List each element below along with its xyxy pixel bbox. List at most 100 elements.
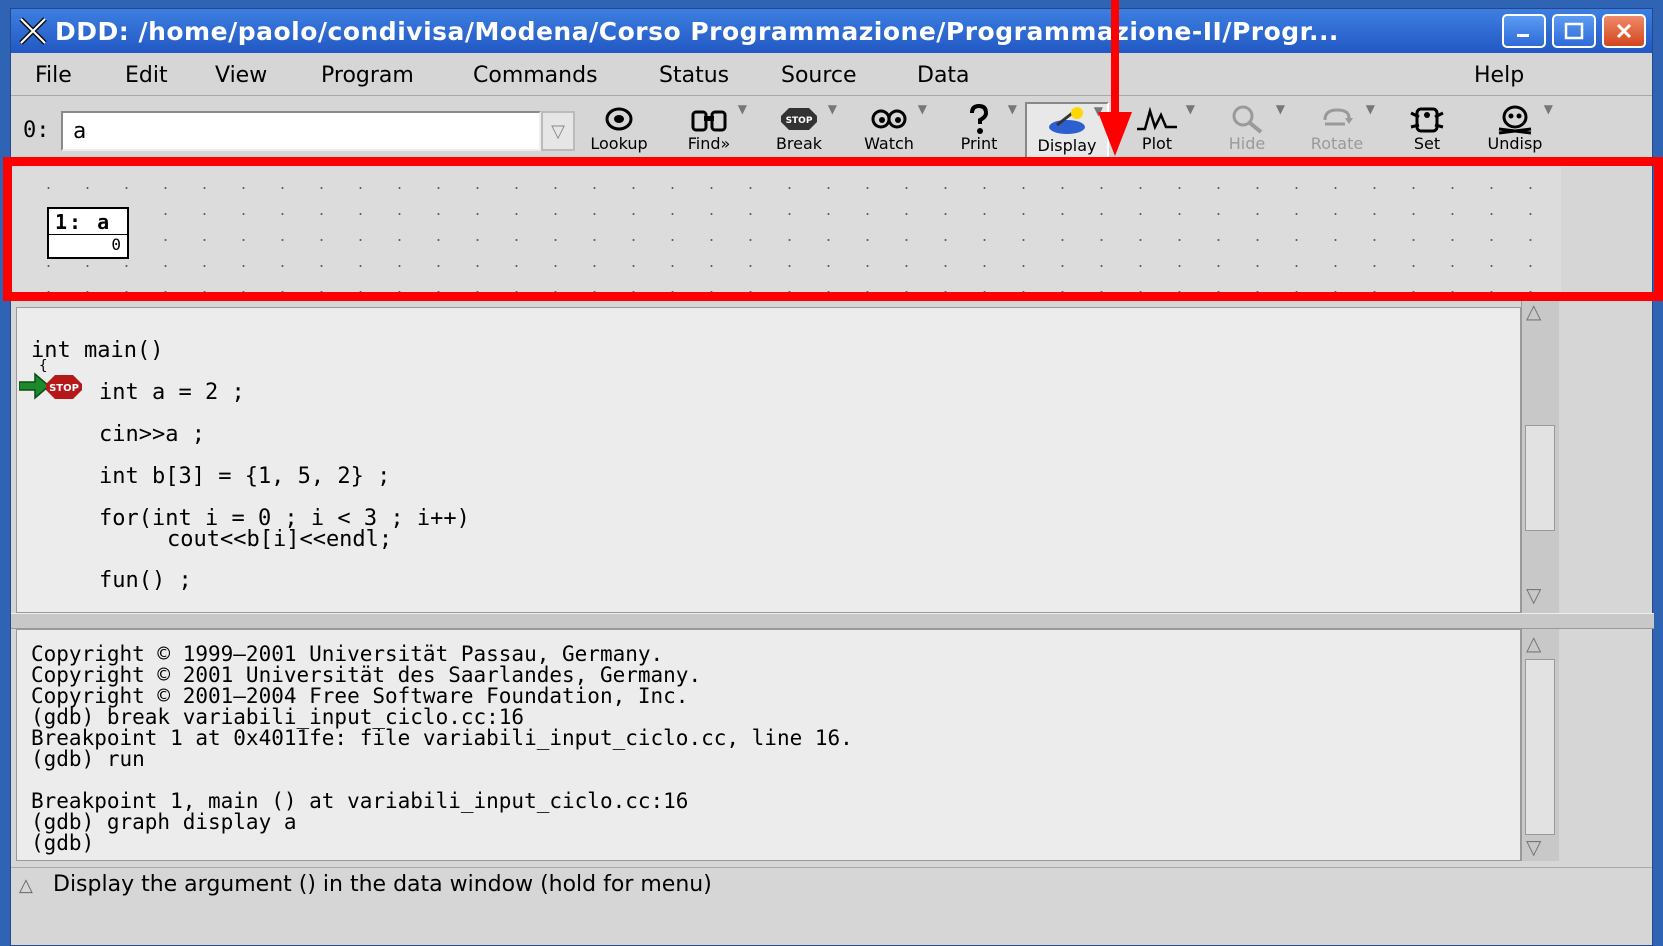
menu-caret-icon: ▼ [1365, 102, 1375, 116]
menu-program[interactable]: Program [321, 63, 414, 88]
console-line: (gdb) run [31, 747, 145, 771]
annotation-arrow-line [1111, 0, 1119, 128]
display-button[interactable]: ▼ Display [1025, 102, 1109, 160]
plot-icon [1137, 106, 1177, 131]
menu-caret-icon: ▼ [917, 102, 927, 116]
rotate-button[interactable]: ▼ Rotate [1295, 102, 1379, 160]
argument-history-button[interactable]: ▽ [541, 111, 575, 151]
source-line: cout<<b[i]<<endl; [167, 527, 393, 552]
display-node-title: 1: a [49, 209, 127, 235]
source-line: cin>>a ; [99, 422, 205, 447]
watch-label: Watch [864, 134, 914, 153]
find-button[interactable]: ▼ Find» [667, 102, 751, 160]
display-node[interactable]: 1: a 0 [47, 207, 129, 259]
menu-help[interactable]: Help [1474, 63, 1524, 88]
menu-caret-icon: ▼ [827, 102, 837, 116]
source-scroll-thumb[interactable] [1525, 425, 1555, 531]
eyes-icon [871, 109, 907, 129]
console-line: (gdb) [31, 831, 95, 855]
source-line: fun() ; [99, 568, 192, 593]
console-line: Copyright © 1999–2001 Universität Passau… [31, 642, 664, 666]
display-icon [1049, 107, 1085, 134]
undisp-label: Undisp [1487, 134, 1543, 153]
data-window[interactable]: 1: a 0 [11, 167, 1561, 297]
title-bar[interactable]: DDD: /home/paolo/condivisa/Modena/Corso … [11, 9, 1652, 53]
break-label: Break [775, 134, 823, 153]
rotate-label: Rotate [1310, 134, 1364, 153]
source-line: int b[3] = {1, 5, 2} ; [99, 464, 391, 489]
source-window[interactable]: int main() { STOP int a = 2 ; cin>>a ; i… [16, 307, 1521, 613]
print-label: Print [960, 134, 998, 153]
watch-button[interactable]: ▼ Watch [847, 102, 931, 160]
maximize-button[interactable] [1552, 14, 1596, 48]
maximize-icon [1564, 22, 1584, 40]
menu-edit[interactable]: Edit [125, 63, 168, 88]
undisp-button[interactable]: ▼ Undisp [1473, 102, 1557, 160]
menu-caret-icon: ▼ [1007, 102, 1017, 116]
console-line: (gdb) graph display a [31, 810, 297, 834]
console-line: (gdb) break variabili_input_ciclo.cc:16 [31, 705, 525, 729]
scroll-up-icon[interactable]: △ [1526, 299, 1541, 323]
menu-view[interactable]: View [215, 63, 267, 88]
svg-text:STOP: STOP [49, 383, 79, 394]
menu-bar: File Edit View Program Commands Status S… [11, 53, 1652, 96]
console-scrollbar[interactable]: △ ▽ [1521, 629, 1559, 861]
minimize-button[interactable] [1502, 14, 1546, 48]
console-line: Breakpoint 1, main () at variabili_input… [31, 789, 689, 813]
argument-label: 0: [23, 118, 50, 143]
scroll-down-icon[interactable]: ▽ [1526, 835, 1541, 859]
source-line: int a = 2 ; [99, 380, 245, 405]
minimize-icon [1517, 34, 1529, 37]
question-icon [970, 103, 989, 134]
menu-source[interactable]: Source [781, 63, 857, 88]
status-triangle-icon[interactable]: △ [19, 875, 33, 896]
menu-data[interactable]: Data [917, 63, 970, 88]
console-line: Copyright © 2001 Universität des Saarlan… [31, 663, 702, 687]
hide-label: Hide [1228, 134, 1266, 153]
menu-caret-icon: ▼ [737, 102, 747, 116]
toolbar: 0: a ▽ Lookup ▼ Find» ▼ STOP Break ▼ Wat… [11, 96, 1652, 166]
status-bar: △ Display the argument () in the data wi… [11, 867, 1652, 902]
binoculars-icon [691, 110, 727, 132]
lookup-icon [605, 107, 633, 131]
menu-file[interactable]: File [35, 63, 72, 88]
magnifier-icon [1232, 105, 1263, 134]
scroll-up-icon[interactable]: △ [1526, 631, 1541, 655]
console-line: Copyright © 2001–2004 Free Software Foun… [31, 684, 689, 708]
chevron-down-icon: ▽ [551, 120, 565, 142]
lookup-label: Lookup [590, 134, 648, 153]
skull-icon [1498, 105, 1532, 135]
svg-text:STOP: STOP [786, 116, 813, 126]
annotation-arrow-head [1098, 112, 1132, 156]
find-label: Find» [687, 134, 731, 153]
console-line: Breakpoint 1 at 0x4011fe: file variabili… [31, 726, 853, 750]
argument-input[interactable]: a [61, 111, 541, 151]
set-label: Set [1413, 134, 1441, 153]
breakpoint-stop-icon: STOP [45, 374, 83, 406]
x-logo-icon [11, 9, 55, 53]
set-icon [1410, 107, 1444, 133]
pane-divider[interactable] [11, 613, 1654, 629]
console-scroll-thumb[interactable] [1525, 659, 1555, 835]
stop-sign-icon: STOP [781, 108, 817, 130]
set-button[interactable]: Set [1385, 102, 1469, 160]
menu-caret-icon: ▼ [1185, 102, 1195, 116]
source-line: int main() [31, 338, 164, 363]
rotate-icon [1323, 108, 1353, 126]
menu-status[interactable]: Status [659, 63, 729, 88]
lookup-button[interactable]: Lookup [577, 102, 661, 160]
source-scrollbar[interactable]: △ ▽ [1521, 297, 1559, 613]
gdb-console[interactable]: Copyright © 1999–2001 Universität Passau… [16, 629, 1521, 861]
ddd-window: DDD: /home/paolo/condivisa/Modena/Corso … [10, 8, 1654, 946]
hide-button[interactable]: ▼ Hide [1205, 102, 1289, 160]
scroll-down-icon[interactable]: ▽ [1526, 583, 1541, 607]
menu-caret-icon: ▼ [1275, 102, 1285, 116]
close-icon [1616, 23, 1632, 39]
display-node-value: 0 [111, 235, 121, 254]
menu-caret-icon: ▼ [1543, 102, 1553, 116]
close-button[interactable] [1602, 14, 1646, 48]
menu-commands[interactable]: Commands [473, 63, 598, 88]
status-message: Display the argument () in the data wind… [53, 872, 712, 897]
print-button[interactable]: ▼ Print [937, 102, 1021, 160]
break-button[interactable]: ▼ STOP Break [757, 102, 841, 160]
